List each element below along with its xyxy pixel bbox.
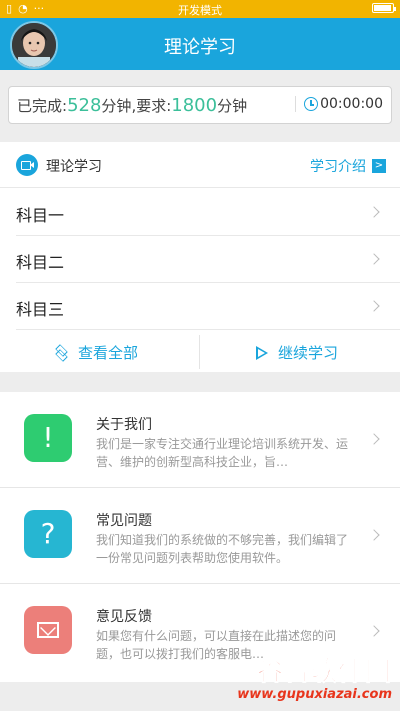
continue-label: 继续学习 <box>278 344 339 362</box>
theory-study-card: 理论学习 学习介绍 > 科目一 科目二 科目三 查看全部 继续学习 <box>0 142 400 372</box>
subject-label: 科目三 <box>16 300 65 319</box>
view-all-label: 查看全部 <box>78 344 139 362</box>
item-description: 我们是一家专注交通行业理论培训系统开发、运营、维护的创新型高科技企业，旨… <box>96 437 349 469</box>
study-intro-link[interactable]: 学习介绍 > <box>310 156 386 176</box>
chevron-right-icon <box>368 529 380 541</box>
status-mode: 开发模式 <box>178 4 222 17</box>
exclamation-icon: ! <box>24 414 72 462</box>
item-title: 关于我们 <box>96 417 152 433</box>
chevron-right-icon <box>368 625 380 637</box>
subject-item[interactable]: 科目一 <box>0 189 400 236</box>
chevron-right-icon <box>368 433 380 445</box>
video-icon <box>16 154 38 176</box>
info-list: ! 关于我们 我们是一家专注交通行业理论培训系统开发、运营、维护的创新型高科技企… <box>0 392 400 682</box>
subject-item[interactable]: 科目三 <box>0 283 400 330</box>
section-label: 理论学习 <box>46 159 102 175</box>
item-title: 常见问题 <box>96 513 152 529</box>
subject-label: 科目一 <box>16 206 65 225</box>
chevron-right-icon <box>368 253 380 265</box>
required-label: ,要求: <box>131 97 172 115</box>
continue-study-button[interactable]: 继续学习 <box>256 342 338 363</box>
play-icon <box>256 345 270 360</box>
study-progress: 已完成:528分钟,要求:1800分钟 00:00:00 <box>8 86 392 124</box>
chevron-right-icon <box>368 300 380 312</box>
watermark-logo: 谷普软件园 <box>256 657 392 688</box>
faq-item[interactable]: ? 常见问题 我们知道我们的系统做的不够完善，我们编辑了一份常见问题列表帮助您使… <box>0 488 400 584</box>
divider <box>199 335 200 369</box>
page-title: 理论学习 <box>164 37 236 58</box>
completed-value: 528 <box>67 95 102 116</box>
question-icon: ? <box>24 510 72 558</box>
clock-icon <box>304 97 319 111</box>
watermark: 谷普软件园 www.gupuxiazai.com <box>216 651 396 707</box>
minutes-unit: 分钟 <box>217 97 248 115</box>
watermark-url: www.gupuxiazai.com <box>237 687 392 702</box>
about-us-item[interactable]: ! 关于我们 我们是一家专注交通行业理论培训系统开发、运营、维护的创新型高科技企… <box>0 392 400 488</box>
subject-label: 科目二 <box>16 253 65 272</box>
title-bar: 理论学习 <box>0 18 400 70</box>
card-header: 理论学习 学习介绍 > <box>0 142 400 188</box>
mail-icon <box>24 606 72 654</box>
timer: 00:00:00 <box>295 96 383 112</box>
arrow-right-icon: > <box>372 159 386 173</box>
layers-icon <box>54 343 70 362</box>
item-description: 我们知道我们的系统做的不够完善，我们编辑了一份常见问题列表帮助您使用软件。 <box>96 533 349 565</box>
item-title: 意见反馈 <box>96 609 152 625</box>
minutes-unit: 分钟 <box>101 97 132 115</box>
completed-label: 已完成: <box>17 97 68 115</box>
progress-text: 已完成:528分钟,要求:1800分钟 <box>17 95 247 116</box>
action-bar: 查看全部 继续学习 <box>0 329 400 372</box>
timer-value: 00:00:00 <box>320 96 383 112</box>
required-value: 1800 <box>171 95 218 116</box>
status-bar: ▯ ◔ ··· 开发模式 <box>0 0 400 18</box>
battery-icon <box>372 3 396 13</box>
view-all-button[interactable]: 查看全部 <box>54 342 138 363</box>
subject-item[interactable]: 科目二 <box>0 236 400 283</box>
intro-label: 学习介绍 <box>310 159 366 175</box>
chevron-right-icon <box>368 206 380 218</box>
